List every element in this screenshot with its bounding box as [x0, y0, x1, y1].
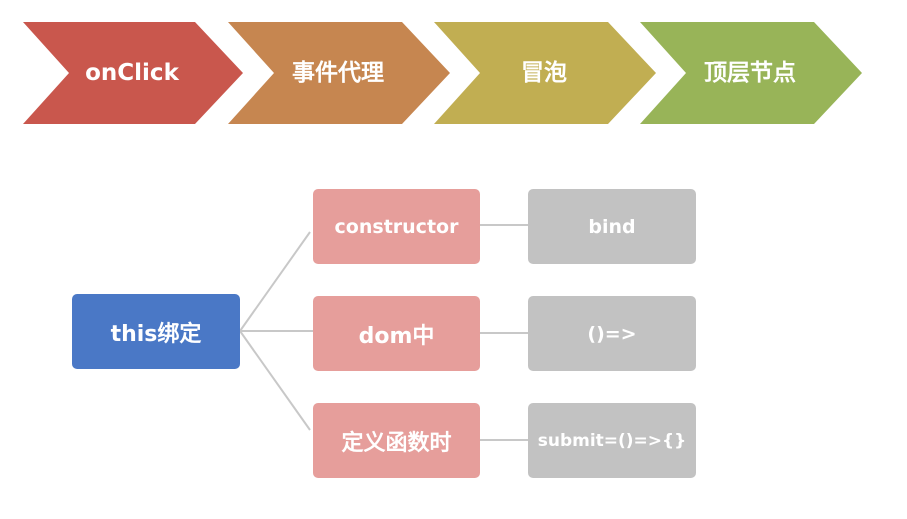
- diagram-canvas: onClick 事件代理 冒泡 顶层节点 this绑定 constructor: [0, 0, 907, 519]
- leaf-submit-arrow: submit=()=>{}: [528, 403, 696, 478]
- leaf-bind: bind: [528, 189, 696, 264]
- branch-label: constructor: [334, 215, 459, 238]
- tree-root-this-binding: this绑定: [72, 294, 240, 369]
- branch-constructor: constructor: [313, 189, 480, 264]
- tree-root-label: this绑定: [110, 321, 202, 347]
- leaf-label: ()=>: [587, 322, 637, 345]
- leaf-label: submit=()=>{}: [537, 430, 687, 451]
- branch-define-function: 定义函数时: [313, 403, 480, 478]
- branch-dom: dom中: [313, 296, 480, 371]
- branch-label: 定义函数时: [341, 430, 452, 456]
- branch-label: dom中: [358, 323, 435, 349]
- leaf-label: bind: [588, 215, 636, 238]
- connector-root-to-define: [239, 330, 311, 431]
- leaf-arrow-function: ()=>: [528, 296, 696, 371]
- connector-root-to-constructor: [239, 231, 311, 332]
